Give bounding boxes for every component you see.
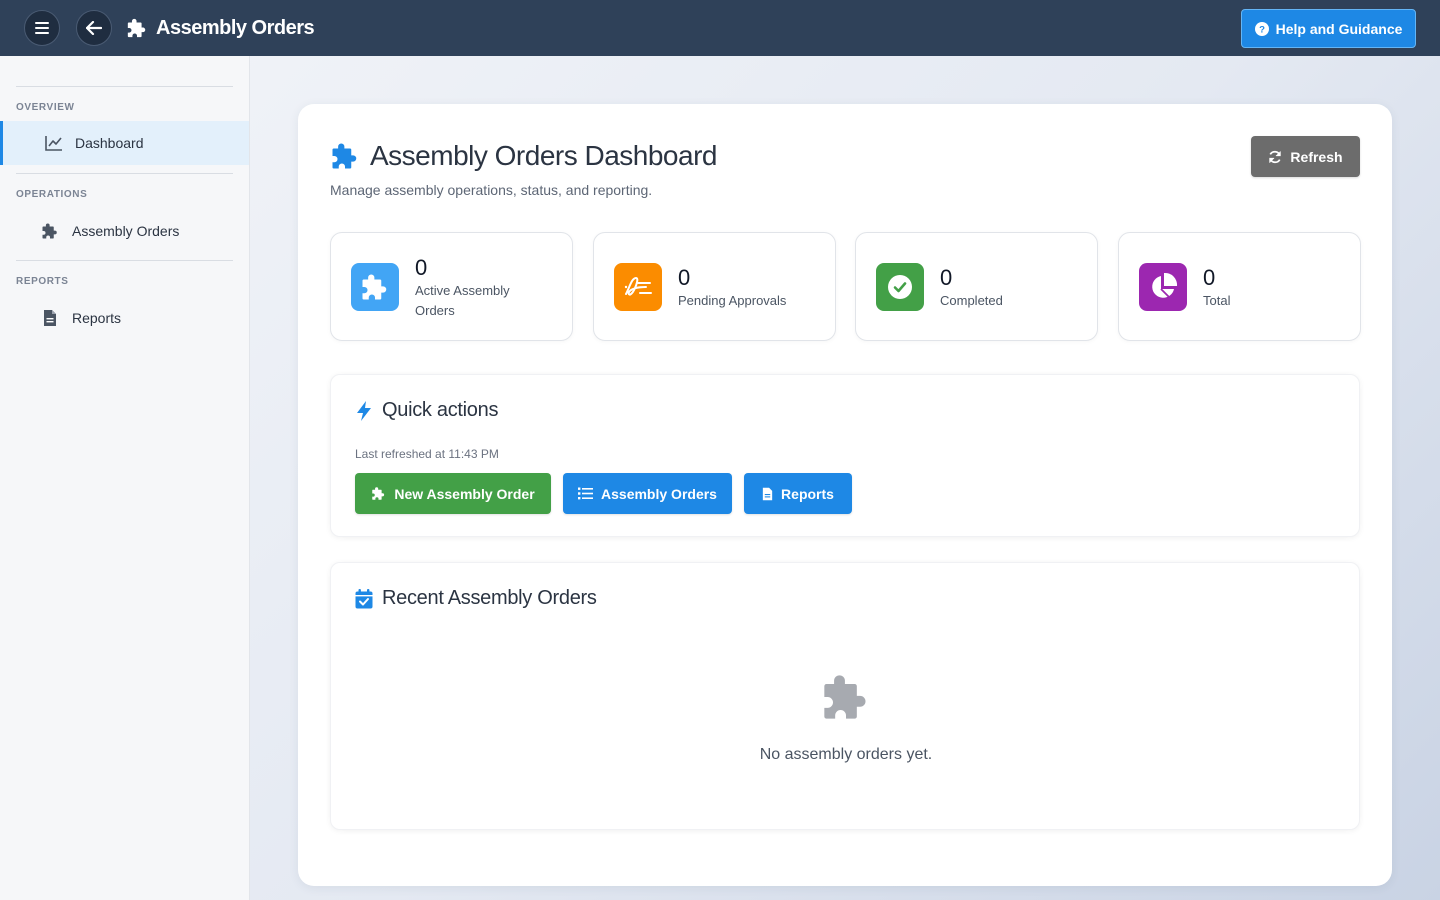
- puzzle-icon: [351, 263, 399, 311]
- dashboard-card: Assembly Orders Dashboard Manage assembl…: [298, 104, 1392, 886]
- help-label: Help and Guidance: [1275, 20, 1403, 37]
- stat-card-pending: 0 Pending Approvals: [593, 232, 836, 341]
- empty-state: No assembly orders yet.: [331, 671, 1361, 764]
- app-title-text: Assembly Orders: [156, 16, 315, 39]
- bolt-icon: [357, 400, 371, 421]
- hamburger-icon: [35, 22, 49, 34]
- stat-label: Total: [1203, 293, 1231, 308]
- arrow-left-icon: [86, 21, 102, 35]
- page-subtitle: Manage assembly operations, status, and …: [330, 182, 653, 198]
- sidebar-section-label: Reports: [16, 276, 69, 287]
- puzzle-icon: [372, 487, 385, 500]
- svg-text:?: ?: [1259, 24, 1265, 35]
- document-icon: [762, 487, 773, 500]
- sidebar-item-reports[interactable]: Reports: [0, 296, 249, 340]
- stat-label: Active Assembly Orders: [415, 283, 510, 318]
- assembly-orders-button[interactable]: Assembly Orders: [563, 473, 732, 514]
- refresh-label: Refresh: [1290, 148, 1343, 165]
- sidebar-item-label: Dashboard: [75, 135, 144, 151]
- stat-card-total: 0 Total: [1118, 232, 1361, 341]
- app-title: Assembly Orders: [126, 14, 315, 42]
- stat-value: 0: [678, 265, 691, 290]
- help-and-guidance-button[interactable]: ? Help and Guidance: [1241, 9, 1416, 48]
- menu-button[interactable]: [24, 10, 60, 46]
- stat-card-active: 0 Active Assembly Orders: [330, 232, 573, 341]
- chart-line-icon: [44, 133, 64, 153]
- document-icon: [40, 308, 60, 328]
- recent-orders-title-text: Recent Assembly Orders: [382, 587, 597, 609]
- signature-icon: [614, 263, 662, 311]
- page-title: Assembly Orders Dashboard: [330, 140, 717, 172]
- refresh-icon: [1269, 150, 1282, 163]
- top-bar: Assembly Orders ? Help and Guidance: [0, 0, 1440, 56]
- stat-card-completed: 0 Completed: [855, 232, 1098, 341]
- back-button[interactable]: [76, 10, 112, 46]
- puzzle-icon: [332, 143, 357, 169]
- empty-state-message: No assembly orders yet.: [759, 746, 933, 763]
- stat-label: Completed: [940, 293, 1003, 308]
- puzzle-icon: [127, 18, 146, 38]
- sidebar-item-label: Reports: [72, 310, 122, 326]
- recent-orders-panel: Recent Assembly Orders No assembly order…: [330, 562, 1360, 830]
- sidebar-item-assembly-orders[interactable]: Assembly Orders: [0, 209, 249, 253]
- puzzle-icon: [824, 675, 866, 719]
- sidebar-divider: [16, 173, 233, 174]
- quick-actions-title-text: Quick actions: [382, 399, 499, 421]
- pie-chart-icon: [1139, 263, 1187, 311]
- check-circle-icon: [876, 263, 924, 311]
- button-label: Reports: [781, 485, 834, 502]
- quick-actions-title: Quick actions: [355, 399, 498, 422]
- calendar-check-icon: [355, 588, 373, 608]
- sidebar-divider: [16, 86, 233, 87]
- question-circle-icon: ?: [1254, 21, 1269, 36]
- quick-actions-panel: Quick actions Last refreshed at 11:43 PM…: [330, 374, 1360, 537]
- last-refreshed-text: Last refreshed at 11:43 PM: [355, 447, 499, 461]
- recent-orders-title: Recent Assembly Orders: [355, 587, 597, 610]
- stat-value: 0: [940, 265, 953, 290]
- page-title-text: Assembly Orders Dashboard: [370, 140, 717, 171]
- sidebar-section-label: Operations: [16, 189, 88, 200]
- sidebar-item-dashboard[interactable]: Dashboard: [0, 121, 249, 165]
- stat-value: 0: [1203, 265, 1216, 290]
- sidebar-section-label: Overview: [16, 102, 75, 113]
- reports-button[interactable]: Reports: [744, 473, 852, 514]
- sidebar-divider: [16, 260, 233, 261]
- button-label: Assembly Orders: [601, 485, 717, 502]
- sidebar-item-label: Assembly Orders: [72, 223, 180, 239]
- stat-label: Pending Approvals: [678, 293, 787, 308]
- list-icon: [578, 487, 594, 500]
- puzzle-icon: [40, 221, 60, 241]
- new-assembly-order-button[interactable]: New Assembly Order: [355, 473, 551, 514]
- stat-value: 0: [415, 255, 428, 280]
- refresh-button[interactable]: Refresh: [1251, 136, 1360, 177]
- sidebar: Overview Dashboard Operations Assembly O…: [0, 56, 250, 900]
- button-label: New Assembly Order: [394, 485, 535, 502]
